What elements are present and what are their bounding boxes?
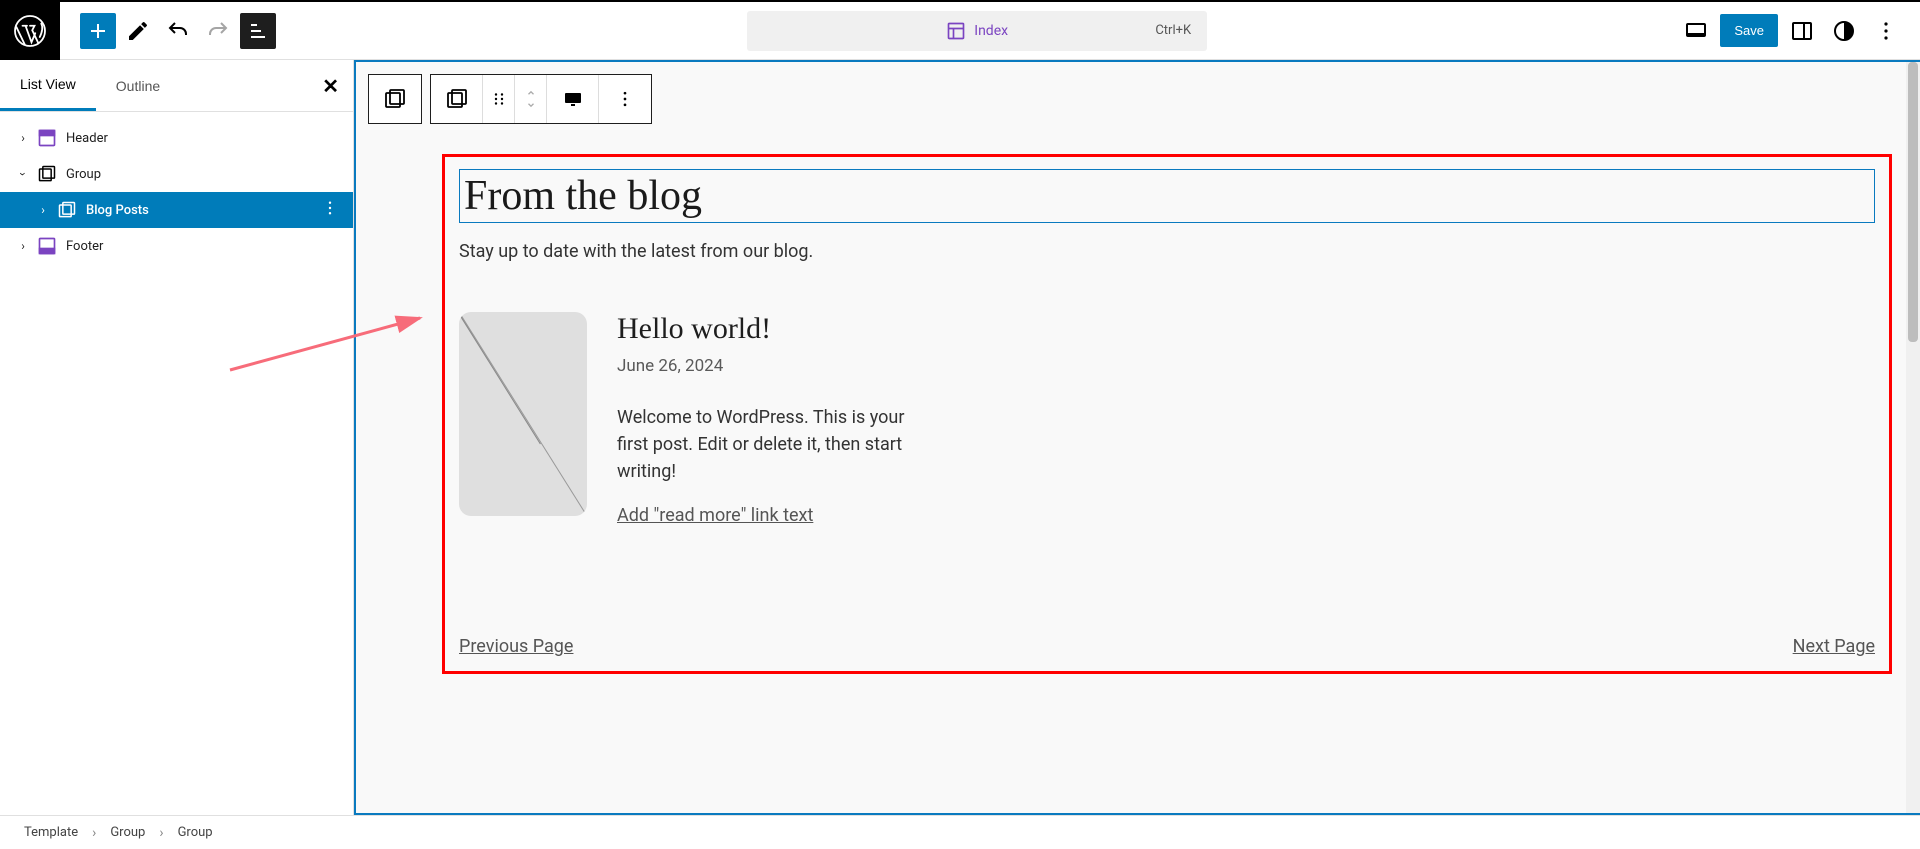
breadcrumb-item[interactable]: Group: [178, 825, 213, 840]
chevron-up-icon: [524, 88, 538, 98]
undo-button[interactable]: [160, 13, 196, 49]
block-toolbar: [368, 74, 1906, 124]
post-title[interactable]: Hello world!: [617, 312, 927, 346]
chevron-right-icon: ›: [92, 825, 96, 841]
editor-canvas[interactable]: From the blog Stay up to date with the l…: [354, 60, 1920, 815]
block-type-button[interactable]: [431, 75, 483, 123]
group-block-icon: [56, 199, 78, 221]
listview-icon: [246, 19, 270, 43]
tree-item-group[interactable]: › Group: [0, 156, 353, 192]
list-view-panel: List View Outline ✕ › Header › Group › B…: [0, 60, 354, 815]
tree-label: Footer: [66, 239, 103, 254]
shortcut-label: Ctrl+K: [1155, 23, 1191, 38]
section-subtitle[interactable]: Stay up to date with the latest from our…: [459, 241, 1875, 262]
align-button[interactable]: [547, 75, 599, 123]
item-options-button[interactable]: [321, 199, 339, 221]
edit-tool-button[interactable]: [120, 13, 156, 49]
tree-item-footer[interactable]: › Footer: [0, 228, 353, 264]
scrollbar[interactable]: [1906, 62, 1920, 813]
save-button[interactable]: Save: [1720, 14, 1778, 47]
template-icon: [946, 21, 966, 41]
dots-vertical-icon: [1874, 19, 1898, 43]
close-panel-button[interactable]: ✕: [322, 74, 339, 99]
redo-icon: [206, 19, 230, 43]
next-page-link[interactable]: Next Page: [1793, 636, 1875, 657]
post-date[interactable]: June 26, 2024: [617, 356, 927, 376]
desktop-icon: [561, 87, 585, 111]
placeholder-slash-icon: [459, 312, 587, 516]
tab-list-view[interactable]: List View: [0, 60, 96, 111]
breadcrumb-bar: Template › Group › Group: [0, 815, 1920, 849]
template-selector[interactable]: Index Ctrl+K: [747, 11, 1207, 51]
wordpress-logo[interactable]: [0, 2, 60, 60]
view-button[interactable]: [1678, 13, 1714, 49]
dots-vertical-icon: [615, 89, 635, 109]
pencil-icon: [126, 19, 150, 43]
tree-item-blog-posts[interactable]: › Blog Posts: [0, 192, 353, 228]
redo-button[interactable]: [200, 13, 236, 49]
chevron-right-icon: ›: [14, 131, 32, 145]
section-heading: From the blog: [464, 172, 1870, 220]
center-bar: Index Ctrl+K: [276, 11, 1678, 51]
listview-toggle-button[interactable]: [240, 13, 276, 49]
select-parent-button[interactable]: [369, 75, 421, 123]
toolbar-segment-parent: [368, 74, 422, 124]
group-block-icon: [36, 163, 58, 185]
post-body: Hello world! June 26, 2024 Welcome to Wo…: [617, 312, 927, 526]
post-item: Hello world! June 26, 2024 Welcome to Wo…: [459, 312, 1875, 526]
main-area: List View Outline ✕ › Header › Group › B…: [0, 60, 1920, 815]
pagination: Previous Page Next Page: [459, 636, 1875, 657]
previous-page-link[interactable]: Previous Page: [459, 636, 573, 657]
chevron-down-icon: [524, 100, 538, 110]
top-toolbar: Index Ctrl+K Save: [0, 0, 1920, 60]
tree-item-header[interactable]: › Header: [0, 120, 353, 156]
tree-label: Blog Posts: [86, 203, 149, 218]
more-options-button[interactable]: [1868, 13, 1904, 49]
tab-outline[interactable]: Outline: [96, 60, 180, 111]
breadcrumb-item[interactable]: Template: [24, 825, 78, 840]
drag-handle[interactable]: [483, 75, 515, 123]
chevron-right-icon: ›: [34, 203, 52, 217]
toolbar-segment-main: [430, 74, 652, 124]
footer-block-icon: [36, 235, 58, 257]
plus-icon: [86, 19, 110, 43]
desktop-icon: [1684, 19, 1708, 43]
tool-group-left: [60, 13, 276, 49]
read-more-link[interactable]: Add "read more" link text: [617, 505, 813, 526]
scrollbar-thumb[interactable]: [1908, 62, 1918, 342]
header-block-icon: [36, 127, 58, 149]
annotation-highlight-box: From the blog Stay up to date with the l…: [442, 154, 1892, 674]
chevron-right-icon: ›: [159, 825, 163, 841]
tool-group-right: Save: [1678, 13, 1920, 49]
template-label: Index: [974, 23, 1008, 39]
chevron-down-icon: ›: [16, 165, 30, 183]
post-excerpt[interactable]: Welcome to WordPress. This is your first…: [617, 404, 927, 485]
contrast-icon: [1832, 19, 1856, 43]
settings-panel-button[interactable]: [1784, 13, 1820, 49]
add-block-button[interactable]: [80, 13, 116, 49]
tree-label: Group: [66, 167, 101, 182]
styles-button[interactable]: [1826, 13, 1862, 49]
canvas-wrap: From the blog Stay up to date with the l…: [354, 60, 1920, 815]
panel-icon: [1790, 19, 1814, 43]
sidebar-tabs: List View Outline ✕: [0, 60, 353, 112]
featured-image-placeholder[interactable]: [459, 312, 587, 516]
block-more-button[interactable]: [599, 75, 651, 123]
heading-block[interactable]: From the blog: [459, 169, 1875, 223]
move-buttons[interactable]: [515, 75, 547, 123]
chevron-right-icon: ›: [14, 239, 32, 253]
tree-label: Header: [66, 131, 108, 146]
undo-icon: [166, 19, 190, 43]
wordpress-icon: [12, 13, 48, 49]
block-tree: › Header › Group › Blog Posts › Footer: [0, 112, 353, 272]
breadcrumb-item[interactable]: Group: [110, 825, 145, 840]
